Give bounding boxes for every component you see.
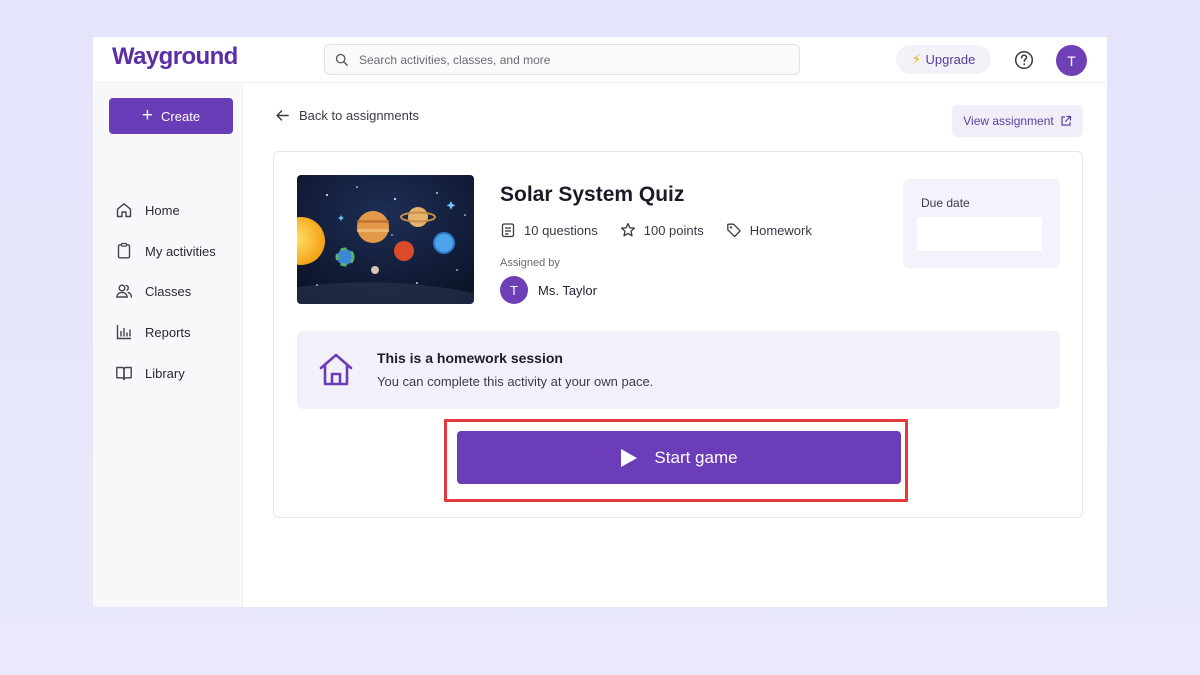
user-avatar[interactable]: T: [1056, 45, 1087, 76]
tag-icon: [726, 223, 741, 238]
sidebar-item-label: Reports: [145, 324, 191, 340]
points-count: 100 points: [620, 222, 704, 238]
search-box[interactable]: [324, 44, 800, 75]
session-description: You can complete this activity at your o…: [377, 374, 654, 389]
sidebar-item-classes[interactable]: Classes: [115, 280, 191, 302]
assigned-by-label: Assigned by: [500, 257, 560, 269]
session-title: This is a homework session: [377, 350, 563, 366]
book-icon: [116, 366, 132, 381]
due-date-label: Due date: [921, 196, 970, 210]
upgrade-button[interactable]: ⚡ Upgrade: [896, 45, 991, 74]
lightning-icon: ⚡: [911, 51, 922, 67]
assignment-card: Solar System Quiz 10 questions 100 point…: [273, 151, 1083, 518]
sidebar-item-label: Library: [145, 365, 185, 381]
top-bar: Wayground ⚡ Upgrade T: [93, 37, 1107, 83]
due-date-value: [917, 217, 1042, 251]
teacher-name: Ms. Taylor: [538, 282, 597, 298]
star-icon: [620, 222, 635, 237]
search-icon: [335, 53, 348, 66]
homework-session-banner: This is a homework session You can compl…: [297, 331, 1060, 409]
back-label: Back to assignments: [299, 108, 419, 123]
clipboard-icon: [117, 242, 131, 259]
app-window: Wayground ⚡ Upgrade T + Create: [93, 37, 1107, 607]
assignment-type: Homework: [726, 222, 812, 238]
sidebar: + Create Home My activities Classes Repo…: [93, 84, 243, 607]
back-to-assignments-link[interactable]: Back to assignments: [275, 108, 419, 123]
sidebar-item-label: Classes: [145, 283, 192, 299]
sidebar-item-my-activities[interactable]: My activities: [115, 240, 216, 262]
arrow-left-icon: [276, 110, 289, 121]
house-icon: [319, 353, 353, 386]
question-count: 10 questions: [500, 222, 598, 238]
sidebar-item-reports[interactable]: Reports: [115, 321, 191, 343]
document-icon: [501, 223, 515, 238]
teacher-info: T Ms. Taylor: [500, 276, 597, 304]
quiz-meta: 10 questions 100 points Homework: [500, 222, 812, 238]
sidebar-item-library[interactable]: Library: [115, 362, 185, 384]
external-link-icon: [1061, 115, 1071, 126]
due-date-panel: Due date: [903, 179, 1060, 268]
plus-icon: +: [141, 104, 154, 126]
brand-logo[interactable]: Wayground: [112, 43, 238, 71]
sidebar-item-label: My activities: [145, 243, 216, 259]
quiz-title: Solar System Quiz: [500, 183, 685, 206]
create-button[interactable]: + Create: [109, 98, 233, 134]
help-icon[interactable]: [1014, 50, 1034, 70]
start-game-button[interactable]: Start game: [457, 431, 901, 484]
bar-chart-icon: [116, 325, 131, 340]
users-icon: [115, 284, 133, 298]
sidebar-item-label: Home: [145, 202, 180, 218]
upgrade-label: Upgrade: [925, 52, 976, 67]
sidebar-item-home[interactable]: Home: [115, 199, 180, 221]
view-assignment-label: View assignment: [963, 114, 1054, 128]
start-game-label: Start game: [654, 447, 738, 467]
home-icon: [116, 203, 132, 218]
teacher-avatar: T: [500, 276, 528, 304]
create-label: Create: [161, 108, 201, 124]
solar-system-thumbnail: [297, 175, 474, 304]
search-input[interactable]: [359, 52, 779, 67]
play-icon: [621, 448, 638, 467]
view-assignment-button[interactable]: View assignment: [952, 105, 1083, 137]
